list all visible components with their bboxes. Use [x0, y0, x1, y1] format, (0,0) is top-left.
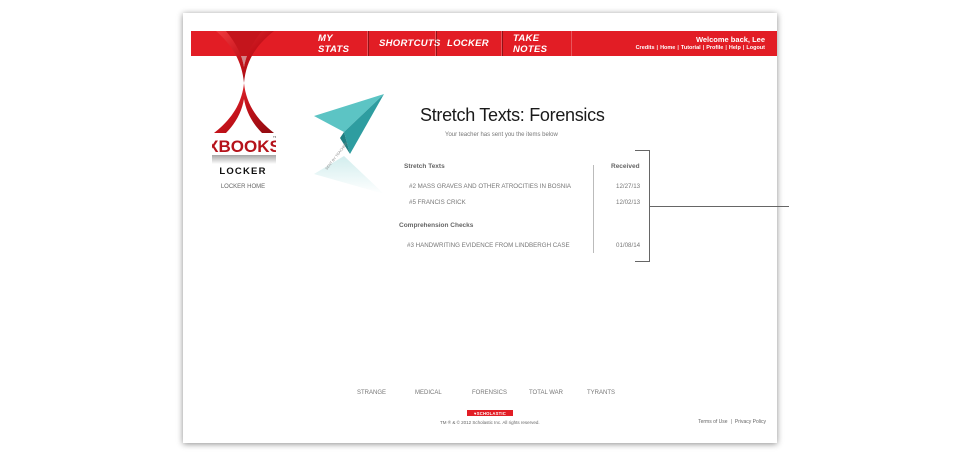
comprehension-check-item[interactable]: #3 HANDWRITING EVIDENCE FROM LINDBERGH C…: [407, 242, 570, 249]
scholastic-logo[interactable]: ♥SCHOLASTIC: [467, 410, 513, 416]
link-separator: |: [742, 45, 745, 51]
nav-my-stats[interactable]: MY STATS: [308, 31, 368, 56]
footer-link-total-war[interactable]: TOTAL WAR: [529, 390, 563, 396]
footer-link-tyrants[interactable]: TYRANTS: [587, 390, 615, 396]
logout-link[interactable]: Logout: [746, 45, 765, 51]
items-bracket: [635, 150, 650, 262]
link-separator: |: [677, 45, 679, 51]
tutorial-link[interactable]: Tutorial: [681, 45, 701, 51]
page-title: Stretch Texts: Forensics: [420, 105, 605, 125]
legal-links: Terms of Use | Privacy Policy: [698, 419, 766, 425]
section-heading-comprehension-checks: Comprehension Checks: [399, 222, 474, 229]
stretch-text-item[interactable]: #5 FRANCIS CRICK: [409, 199, 466, 206]
link-separator: |: [656, 45, 659, 51]
link-separator: |: [725, 45, 727, 51]
logo-trademark: TM: [273, 135, 276, 139]
help-link[interactable]: Help: [729, 45, 741, 51]
stretch-text-item[interactable]: #2 MASS GRAVES AND OTHER ATROCITIES IN B…: [409, 183, 571, 190]
locker-home-link[interactable]: LOCKER HOME: [210, 184, 276, 190]
footer-category-nav: STRANGE MEDICAL FORENSICS TOTAL WAR TYRA…: [183, 390, 777, 402]
legal-separator: |: [730, 419, 732, 425]
terms-of-use-link[interactable]: Terms of Use: [698, 419, 727, 425]
section-heading-stretch-texts: Stretch Texts: [404, 163, 445, 170]
top-nav-bar: MY STATS SHORTCUTS LOCKER TAKE NOTES Wel…: [191, 31, 777, 56]
sidebar-title: LOCKER: [219, 166, 267, 177]
nav-locker[interactable]: LOCKER: [436, 31, 502, 56]
profile-link[interactable]: Profile: [706, 45, 723, 51]
footer-link-strange[interactable]: STRANGE: [357, 390, 386, 396]
welcome-message: Welcome back, Lee: [695, 35, 765, 44]
credits-link[interactable]: Credits: [636, 45, 655, 51]
link-separator: |: [702, 45, 705, 51]
paper-plane-icon: SENT BY TEACHER: [314, 94, 384, 194]
column-divider: [593, 165, 594, 253]
page-subtitle: Your teacher has sent you the items belo…: [445, 132, 558, 138]
logo-wordmark: XBOOKS: [212, 137, 276, 156]
bracket-connector-line: [650, 206, 789, 207]
footer-link-forensics[interactable]: FORENSICS: [472, 390, 507, 396]
main-nav: MY STATS SHORTCUTS LOCKER TAKE NOTES: [308, 31, 572, 56]
privacy-policy-link[interactable]: Privacy Policy: [735, 419, 766, 425]
copyright-text: TM ® & © 2012 Scholastic Inc. All rights…: [440, 420, 540, 425]
nav-take-notes[interactable]: TAKE NOTES: [502, 31, 572, 56]
footer-link-medical[interactable]: MEDICAL: [415, 390, 442, 396]
app-frame: MY STATS SHORTCUTS LOCKER TAKE NOTES Wel…: [183, 13, 789, 443]
nav-shortcuts[interactable]: SHORTCUTS: [368, 31, 440, 56]
home-link[interactable]: Home: [660, 45, 675, 51]
utility-links: Credits | Home | Tutorial | Profile | He…: [636, 45, 765, 51]
